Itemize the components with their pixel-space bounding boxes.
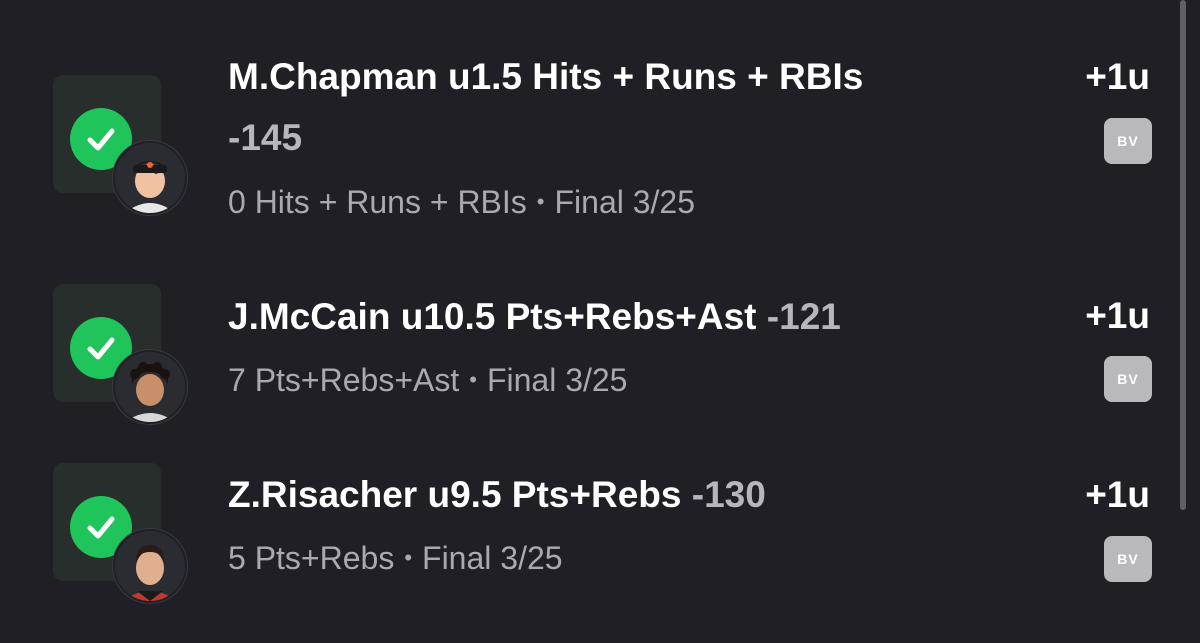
game-status: Final 3/25	[554, 184, 696, 220]
separator-dot: •	[469, 367, 477, 392]
bet-line: u10.5 Pts+Rebs+Ast	[400, 296, 757, 337]
sportsbook-badge: BV	[1104, 118, 1152, 164]
bet-row[interactable]: M.Chapman u1.5 Hits + Runs + RBIs -145 0…	[0, 0, 1180, 260]
odds: -121	[766, 296, 841, 337]
separator-dot: •	[536, 189, 545, 214]
odds: -130	[691, 474, 766, 515]
sportsbook-badge: BV	[1104, 536, 1152, 582]
avatar	[113, 529, 187, 603]
avatar	[113, 350, 187, 424]
result-stat: 5 Pts+Rebs	[228, 540, 395, 576]
bet-line: u1.5 Hits + Runs + RBIs	[447, 56, 864, 97]
game-status: Final 3/25	[422, 540, 563, 576]
bet-row[interactable]: J.McCain u10.5 Pts+Rebs+Ast -121 7 Pts+R…	[0, 270, 1180, 440]
bet-result: 0 Hits + Runs + RBIs • Final 3/25	[228, 182, 695, 226]
bet-result: 5 Pts+Rebs • Final 3/25	[228, 538, 563, 582]
player-name: M.Chapman	[228, 56, 438, 97]
bet-result: 7 Pts+Rebs+Ast • Final 3/25	[228, 360, 627, 404]
game-status: Final 3/25	[486, 362, 628, 398]
player-name: J.McCain	[228, 296, 391, 337]
units-result: +1u	[1085, 474, 1150, 515]
bet-title: J.McCain u10.5 Pts+Rebs+Ast -121	[228, 286, 1018, 347]
sportsbook-badge: BV	[1104, 356, 1152, 402]
bet-line: u9.5 Pts+Rebs	[427, 474, 682, 515]
result-stat: 7 Pts+Rebs+Ast	[228, 362, 460, 398]
avatar	[113, 141, 187, 215]
separator-dot: •	[404, 545, 413, 570]
player-name: Z.Risacher	[228, 474, 418, 515]
result-stat: 0 Hits + Runs + RBIs	[228, 184, 527, 220]
bet-list: M.Chapman u1.5 Hits + Runs + RBIs -145 0…	[0, 0, 1200, 643]
odds: -145	[228, 117, 303, 158]
bet-title: M.Chapman u1.5 Hits + Runs + RBIs -145	[228, 46, 1018, 168]
bet-title: Z.Risacher u9.5 Pts+Rebs -130	[228, 464, 1018, 525]
scrollbar[interactable]	[1180, 0, 1186, 510]
units-result: +1u	[1085, 56, 1150, 97]
bet-row[interactable]: Z.Risacher u9.5 Pts+Rebs -130 5 Pts+Rebs…	[0, 450, 1180, 620]
units-result: +1u	[1085, 295, 1150, 336]
